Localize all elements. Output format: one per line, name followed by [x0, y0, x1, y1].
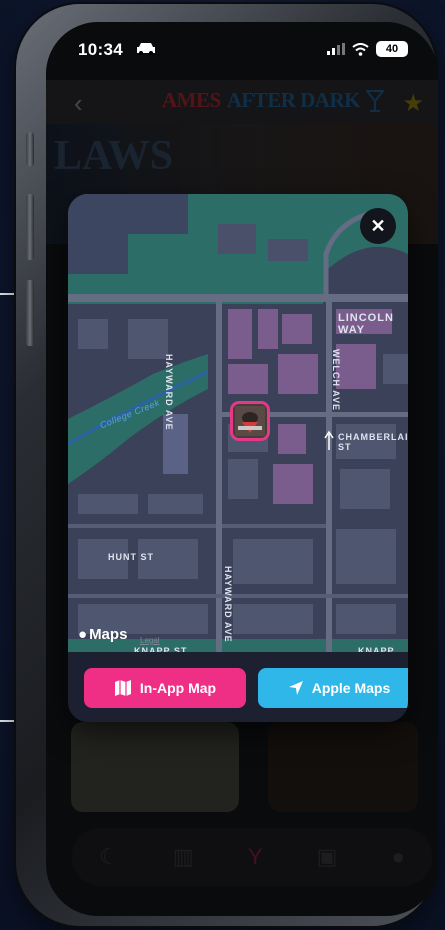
volume-down-button — [26, 280, 34, 346]
action-button — [26, 132, 34, 166]
apple-maps-button[interactable]: Apple Maps — [258, 668, 408, 708]
status-icons: 40 — [327, 41, 408, 57]
street-label-lincoln-way: LINCOLN WAY — [338, 312, 394, 336]
close-icon[interactable]: ✕ — [360, 208, 396, 244]
street-label-hayward-top: HAYWARD AVE — [164, 354, 174, 431]
map-modal: LINCOLN WAY CHAMBERLAIN ST HUNT ST KNAPP… — [68, 194, 408, 722]
phone-screen: ‹ AMES AFTER DARK ★ LAWS ☾ — [46, 22, 438, 916]
maps-label: Maps — [89, 626, 128, 643]
map-actions: In-App Map Apple Maps — [68, 652, 408, 722]
volume-up-button — [26, 194, 34, 260]
in-app-map-button[interactable]: In-App Map — [84, 668, 246, 708]
apple-maps-label: Apple Maps — [311, 680, 391, 696]
legal-link[interactable]: Legal — [140, 636, 160, 645]
map-view[interactable]: LINCOLN WAY CHAMBERLAIN ST HUNT ST KNAPP… — [68, 194, 408, 666]
street-label-hayward-bottom: HAYWARD AVE — [223, 566, 233, 643]
street-label-chamberlain: CHAMBERLAIN ST — [338, 432, 408, 452]
wifi-icon — [352, 42, 369, 56]
decor-line-left-top — [0, 293, 14, 295]
location-arrow-icon — [288, 681, 303, 695]
venue-logo-icon — [235, 406, 265, 436]
venue-marker[interactable] — [230, 401, 270, 441]
decor-line-left-bottom — [0, 720, 14, 722]
status-bar: 10:34 40 — [46, 22, 438, 72]
car-icon — [137, 43, 155, 55]
cellular-signal-icon — [327, 43, 345, 55]
apple-logo-icon: ● — [78, 626, 88, 643]
clock: 10:34 — [78, 40, 123, 59]
map-fold-icon — [114, 680, 131, 696]
phone-frame: ‹ AMES AFTER DARK ★ LAWS ☾ — [16, 4, 438, 926]
street-label-welch: WELCH AVE — [331, 349, 341, 411]
battery-indicator: 40 — [376, 41, 408, 57]
in-app-map-label: In-App Map — [139, 680, 217, 696]
apple-maps-attribution: ● Maps — [78, 626, 127, 643]
street-label-hunt: HUNT ST — [108, 552, 154, 562]
